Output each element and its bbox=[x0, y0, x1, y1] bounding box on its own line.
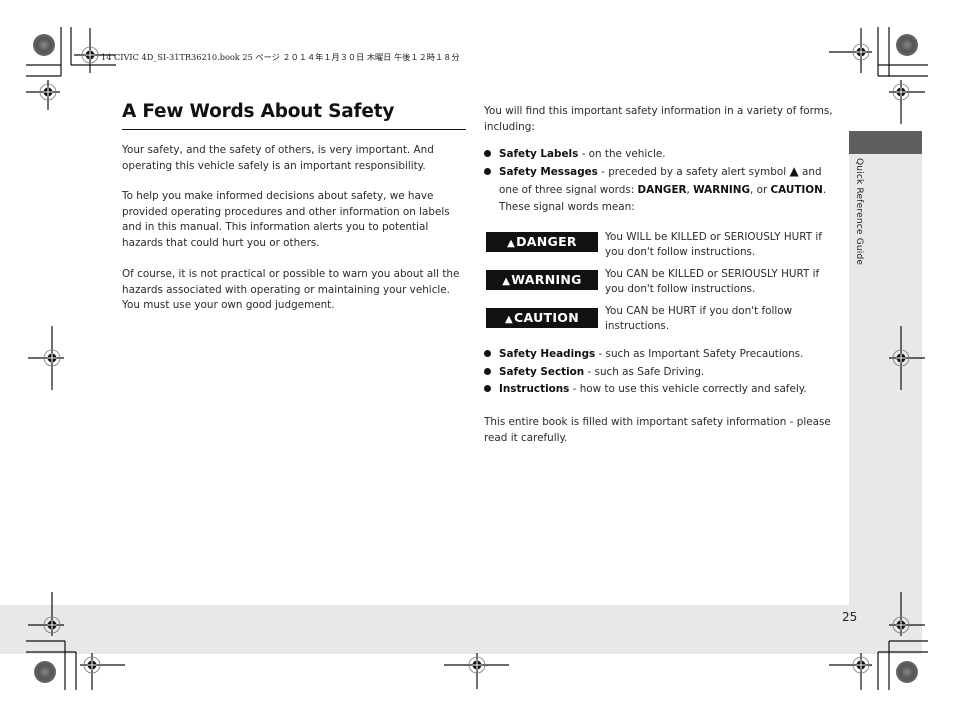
bullet-term: Safety Section bbox=[499, 366, 585, 378]
decisions-paragraph: To help you make informed decisions abou… bbox=[122, 190, 450, 249]
alert-triangle-icon: ▲ bbox=[502, 276, 511, 287]
danger-description: You WILL be KILLED or SERIOUSLY HURT if … bbox=[605, 231, 822, 258]
forms-intro: You will find this important safety info… bbox=[484, 105, 833, 133]
bullet-text: - on the vehicle. bbox=[578, 148, 666, 160]
judgement-paragraph: Of course, it is not practical or possib… bbox=[122, 268, 460, 311]
alert-triangle-icon: ▲ bbox=[507, 238, 516, 249]
signal-words-prefix: one of three signal words: bbox=[499, 183, 638, 196]
bullet-safety-labels: Safety Labels - on the vehicle. bbox=[484, 146, 834, 164]
bullet-text: - how to use this vehicle correctly and … bbox=[569, 383, 807, 395]
bullet-safety-headings: Safety Headings - such as Important Safe… bbox=[484, 346, 834, 364]
bullet-safety-messages: Safety Messages - preceded by a safety a… bbox=[484, 163, 834, 217]
bullet-text: - such as Important Safety Precautions. bbox=[595, 348, 804, 360]
bullet-dot-icon bbox=[484, 385, 491, 392]
intro-paragraph: Your safety, and the safety of others, i… bbox=[122, 144, 434, 172]
safety-alert-triangle-icon: ▲ bbox=[789, 164, 799, 178]
signal-label-text: CAUTION bbox=[514, 310, 579, 325]
bullet-safety-section: Safety Section - such as Safe Driving. bbox=[484, 364, 834, 382]
signal-word-danger: DANGER bbox=[637, 183, 687, 196]
separator: , or bbox=[749, 183, 771, 196]
signal-word-warning: WARNING bbox=[693, 183, 750, 196]
bullet-text: - such as Safe Driving. bbox=[584, 366, 705, 378]
bullet-text-after-symbol: and bbox=[798, 166, 822, 178]
bullet-term: Safety Labels bbox=[499, 148, 579, 160]
danger-label: ▲DANGER bbox=[486, 232, 598, 252]
page-title: A Few Words About Safety bbox=[122, 101, 395, 122]
bullet-instructions: Instructions - how to use this vehicle c… bbox=[484, 381, 834, 399]
print-header: 14 CIVIC 4D_SI-31TR36210.book 25 ページ ２０１… bbox=[101, 52, 460, 62]
signal-words-line: one of three signal words: DANGER, WARNI… bbox=[484, 182, 834, 200]
signal-words-intro: These signal words mean: bbox=[499, 201, 635, 213]
bullet-text: - preceded by a safety alert symbol bbox=[597, 166, 787, 178]
bullet-term: Instructions bbox=[499, 383, 570, 395]
title-divider bbox=[122, 129, 466, 130]
signal-label-text: DANGER bbox=[516, 234, 577, 249]
caution-description: You CAN be HURT if you don't follow inst… bbox=[605, 305, 793, 332]
warning-description: You CAN be KILLED or SERIOUSLY HURT if y… bbox=[605, 268, 820, 295]
alert-triangle-icon: ▲ bbox=[505, 314, 513, 325]
warning-label: ▲WARNING bbox=[486, 270, 598, 290]
bullet-dot-icon bbox=[484, 168, 491, 175]
bullet-term: Safety Headings bbox=[499, 348, 596, 360]
bullet-dot-icon bbox=[484, 350, 491, 357]
bullet-term: Safety Messages bbox=[499, 166, 598, 178]
signal-label-text: WARNING bbox=[511, 272, 582, 287]
bullet-dot-icon bbox=[484, 368, 491, 375]
bullet-dot-icon bbox=[484, 150, 491, 157]
caution-label: ▲CAUTION bbox=[486, 308, 598, 328]
closing-paragraph: This entire book is filled with importan… bbox=[484, 416, 831, 444]
period: . bbox=[822, 183, 827, 196]
signal-word-caution: CAUTION bbox=[770, 183, 823, 196]
